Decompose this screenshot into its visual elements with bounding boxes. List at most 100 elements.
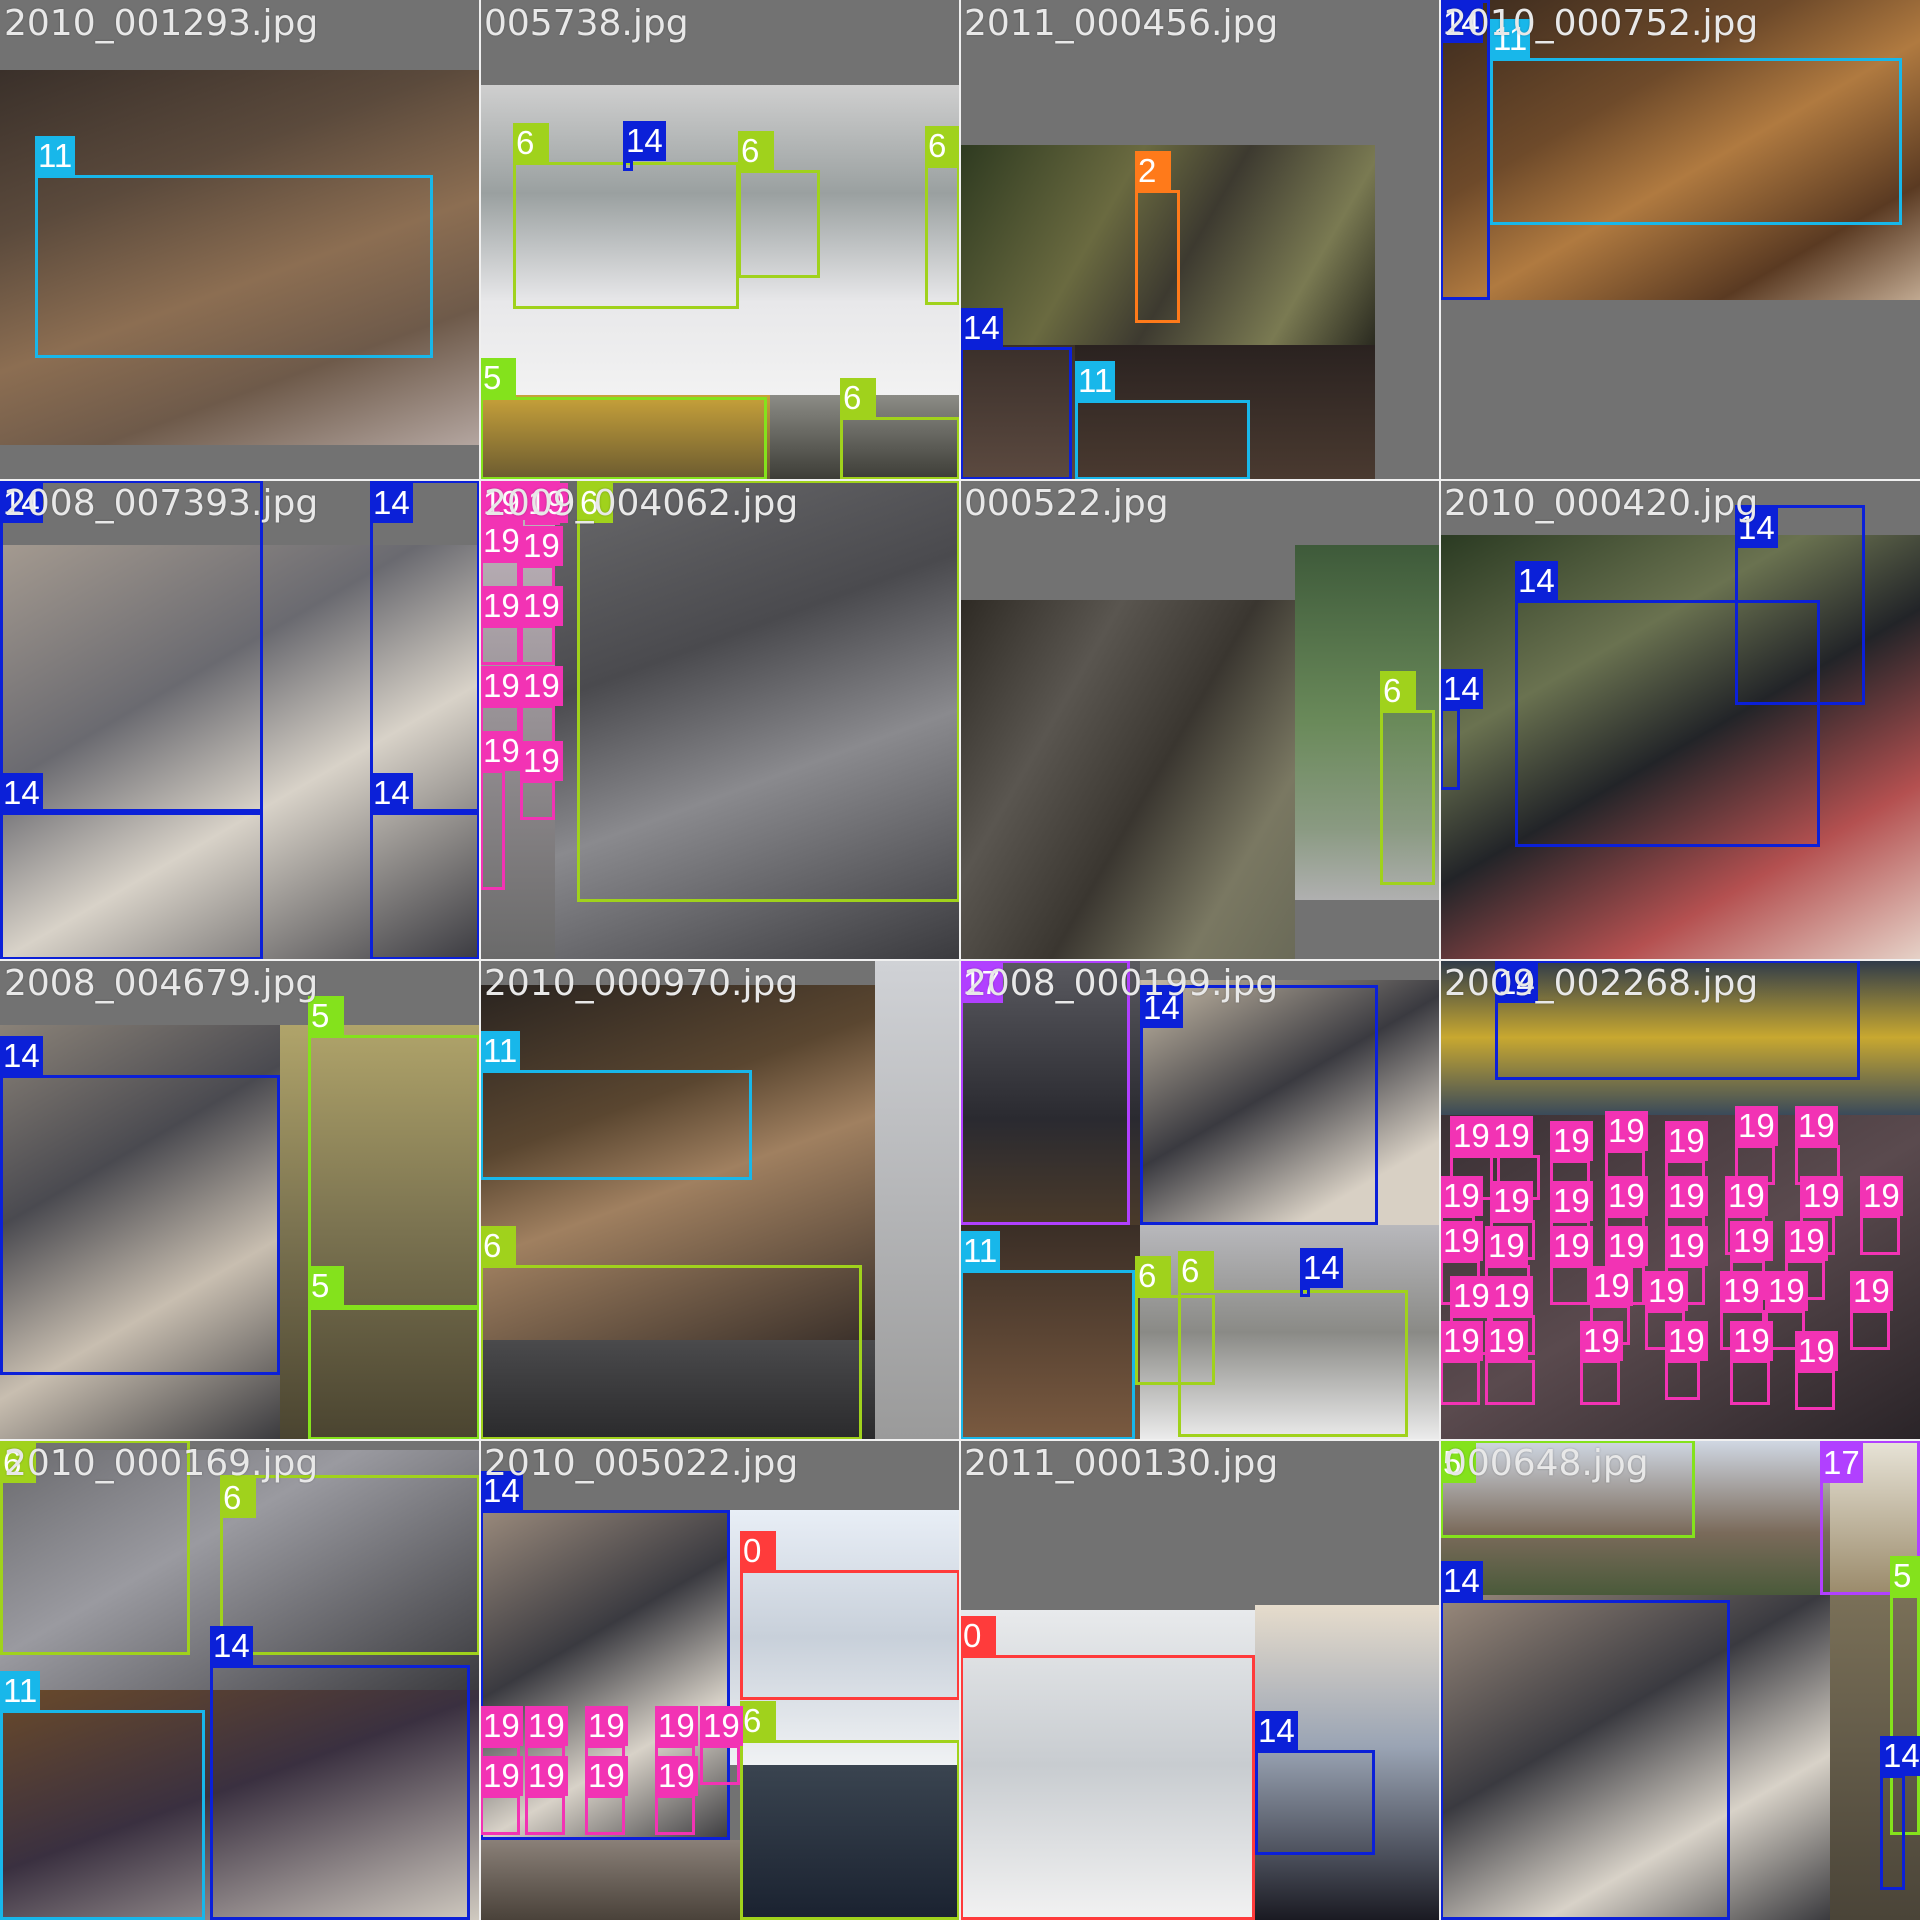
bbox-class-19: 19 <box>1860 1176 1903 1255</box>
mosaic-tile: 2010_000420.jpg 14 14 14 <box>1440 480 1920 960</box>
bbox-class-6: 6 <box>577 480 960 902</box>
bbox-label: 19 <box>1580 1321 1623 1361</box>
bbox-class-14: 14 <box>0 773 263 960</box>
bbox-label: 17 <box>1820 1443 1863 1483</box>
bbox-label: 6 <box>840 378 876 418</box>
bbox-label: 19 <box>655 1706 698 1746</box>
bbox-label: 19 <box>1735 1106 1778 1146</box>
bbox-label: 14 <box>370 483 413 523</box>
bbox-label: 6 <box>220 1478 256 1518</box>
tile-filename: 2011_000130.jpg <box>964 1443 1279 1484</box>
bbox-class-19: 19 <box>480 731 523 890</box>
bbox-class-19: 19 <box>1580 1321 1623 1405</box>
bbox-class-19: 19 <box>655 1756 698 1835</box>
bbox-label: 19 <box>1665 1321 1708 1361</box>
bbox-label: 19 <box>1485 1226 1528 1266</box>
tile-filename: 2009_004062.jpg <box>484 483 799 524</box>
bbox-label: 19 <box>1730 1221 1773 1261</box>
tile-separator <box>0 1439 1920 1441</box>
bbox-label: 14 <box>960 308 1003 348</box>
tile-filename: 2010_000970.jpg <box>484 963 799 1004</box>
mosaic-tile: 000522.jpg 6 <box>960 480 1440 960</box>
tile-photo <box>960 600 1295 960</box>
bbox-class-14: 14 <box>370 480 480 812</box>
bbox-label: 19 <box>585 1756 628 1796</box>
bbox-label: 14 <box>1300 1248 1343 1288</box>
bbox-class-6: 6 <box>1380 671 1435 885</box>
tile-filename: 2008_004679.jpg <box>4 963 319 1004</box>
mosaic-tile: 2010_000970.jpg 11 6 <box>480 960 960 1440</box>
bbox-class-14: 14 <box>1440 0 1490 300</box>
bbox-label: 19 <box>1850 1271 1893 1311</box>
bbox-class-19: 19 <box>480 586 523 665</box>
bbox-label: 19 <box>1795 1106 1838 1146</box>
tile-filename: 2010_000169.jpg <box>4 1443 319 1484</box>
bbox-class-14: 14 <box>0 480 263 812</box>
bbox-class-6: 6 <box>480 1226 862 1440</box>
bbox-label: 19 <box>1665 1176 1708 1216</box>
bbox-class-14: 14 <box>960 308 1072 480</box>
mosaic-tile: 005738.jpg 6 14 6 6 5 6 <box>480 0 960 480</box>
bbox-label: 14 <box>1515 561 1558 601</box>
mosaic-tile: 2008_004679.jpg 14 5 5 <box>0 960 480 1440</box>
bbox-class-6: 6 <box>925 126 960 305</box>
mosaic-tile: 2008_007393.jpg 14 14 14 14 <box>0 480 480 960</box>
tile-filename: 2010_005022.jpg <box>484 1443 799 1484</box>
bbox-class-19: 19 <box>1485 1321 1535 1405</box>
bbox-class-19: 19 <box>520 666 563 745</box>
bbox-label: 19 <box>1440 1321 1483 1361</box>
bbox-label: 19 <box>655 1756 698 1796</box>
mosaic-tile: 2009_002268.jpg 14 19 19 19 19 19 19 19 19 19 19 19 1… <box>1440 960 1920 1440</box>
bbox-class-11: 11 <box>960 1231 1135 1440</box>
bbox-class-14: 14 <box>210 1626 470 1920</box>
bbox-label: 19 <box>480 521 523 561</box>
bbox-class-6: 6 <box>1178 1251 1408 1437</box>
bbox-label: 19 <box>520 586 563 626</box>
bbox-label: 19 <box>520 666 563 706</box>
tile-filename: 2010_001293.jpg <box>4 3 319 44</box>
bbox-class-11: 11 <box>480 1031 752 1180</box>
bbox-label: 19 <box>480 666 523 706</box>
bbox-class-6: 6 <box>840 378 960 480</box>
bbox-class-19: 19 <box>480 1756 523 1835</box>
bbox-label: 6 <box>1135 1256 1171 1296</box>
bbox-class-19: 19 <box>520 741 563 820</box>
bbox-class-14: 14 <box>370 773 480 960</box>
bbox-label: 19 <box>1645 1271 1688 1311</box>
bbox-label: 19 <box>1725 1176 1768 1216</box>
bbox-label: 19 <box>1550 1181 1593 1221</box>
mosaic-grid: 2010_001293.jpg 11 005738.jpg 6 14 6 6 5 6 2011_0… <box>0 0 1920 1920</box>
tile-separator <box>1439 0 1441 1920</box>
tile-filename: 2010_000752.jpg <box>1444 3 1759 44</box>
bbox-label: 19 <box>1550 1121 1593 1161</box>
bbox-class-0: 0 <box>740 1531 960 1700</box>
bbox-label: 19 <box>1590 1266 1633 1306</box>
bbox-label: 19 <box>1860 1176 1903 1216</box>
bbox-class-11: 11 <box>1075 361 1250 480</box>
bbox-label: 19 <box>1440 1221 1483 1261</box>
bbox-label: 19 <box>1490 1116 1533 1156</box>
bbox-label: 19 <box>480 586 523 626</box>
bbox-label: 14 <box>0 1036 43 1076</box>
bbox-class-14: 14 <box>1440 669 1483 790</box>
tile-filename: 005738.jpg <box>484 3 689 44</box>
bbox-class-19: 19 <box>1795 1331 1838 1410</box>
bbox-class-14: 14 <box>1300 1248 1343 1297</box>
tile-photo <box>875 960 960 1440</box>
bbox-class-11: 11 <box>35 136 433 358</box>
tile-filename: 2008_007393.jpg <box>4 483 319 524</box>
bbox-label: 19 <box>520 526 563 566</box>
bbox-label: 14 <box>210 1626 253 1666</box>
bbox-class-6: 6 <box>740 1701 960 1920</box>
mosaic-tile: 2010_001293.jpg 11 <box>0 0 480 480</box>
mosaic-tile: 2010_000169.jpg 6 6 11 14 <box>0 1440 480 1920</box>
bbox-label: 19 <box>480 1706 523 1746</box>
bbox-label: 14 <box>1440 1561 1483 1601</box>
bbox-class-11: 11 <box>0 1671 205 1920</box>
bbox-label: 19 <box>1730 1321 1773 1361</box>
bbox-label: 0 <box>960 1616 996 1656</box>
bbox-label: 2 <box>1135 151 1171 191</box>
bbox-class-14: 14 <box>623 121 666 171</box>
bbox-class-14: 14 <box>1140 985 1378 1225</box>
bbox-class-14: 14 <box>1880 1736 1920 1890</box>
